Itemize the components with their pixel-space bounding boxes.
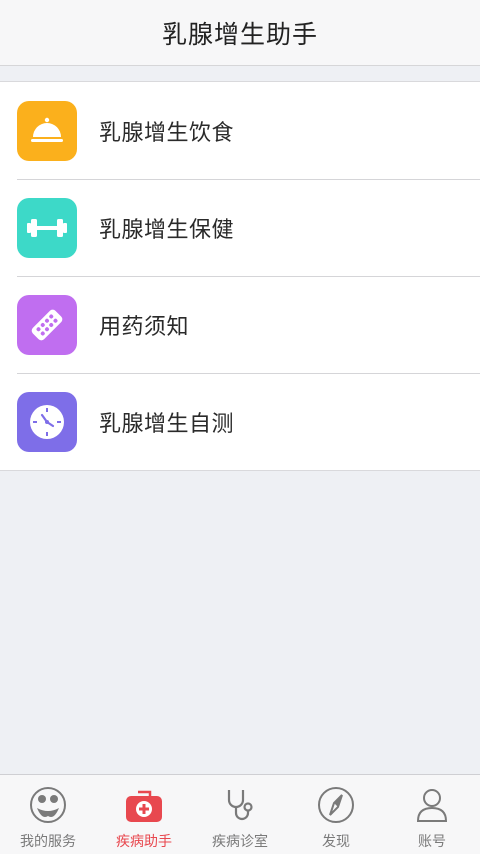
tab-account[interactable]: 账号	[384, 775, 480, 854]
menu-item-healthcare[interactable]: 乳腺增生保健	[0, 179, 480, 276]
menu-item-medication[interactable]: 用药须知	[0, 276, 480, 373]
tab-my-service[interactable]: 我的服务	[0, 775, 96, 854]
tab-disease-clinic[interactable]: 疾病诊室	[192, 775, 288, 854]
tab-label: 疾病助手	[116, 834, 172, 850]
tab-discover[interactable]: 发现	[288, 775, 384, 854]
pill-strip-icon	[17, 294, 77, 355]
page-title: 乳腺增生助手	[161, 19, 318, 49]
service-icon	[28, 785, 68, 825]
menu-item-label: 乳腺增生饮食	[99, 120, 235, 146]
compass-icon	[316, 785, 356, 825]
menu-item-label: 用药须知	[99, 314, 190, 340]
tab-label: 账号	[418, 834, 446, 850]
clock-icon	[17, 391, 77, 452]
menu-item-self-test[interactable]: 乳腺增生自测	[0, 373, 480, 470]
stethoscope-icon	[220, 785, 260, 825]
menu-item-label: 乳腺增生保健	[99, 217, 235, 243]
tab-bar: 我的服务 疾病助手 疾病诊室 发现 账号	[0, 774, 480, 854]
menu-item-label: 乳腺增生自测	[99, 411, 235, 437]
tab-label: 我的服务	[20, 834, 76, 850]
menu-list: 乳腺增生饮食 乳腺增生保健 用药须知 乳腺增生自测	[0, 81, 480, 471]
medical-kit-icon	[124, 785, 164, 825]
menu-item-diet[interactable]: 乳腺增生饮食	[0, 82, 480, 179]
tab-label: 疾病诊室	[212, 834, 268, 850]
food-bell-icon	[17, 100, 77, 161]
dumbbell-icon	[17, 197, 77, 258]
person-icon	[412, 785, 452, 825]
tab-disease-assistant[interactable]: 疾病助手	[96, 775, 192, 854]
navigation-bar: 乳腺增生助手	[0, 0, 480, 66]
tab-label: 发现	[322, 834, 350, 850]
